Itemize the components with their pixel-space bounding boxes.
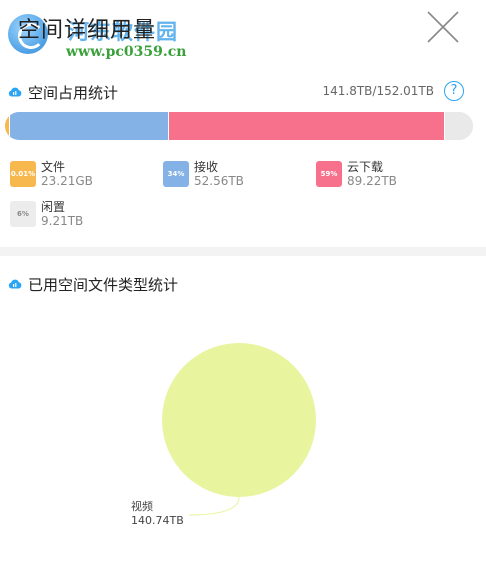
legend-value: 52.56TB [194, 174, 244, 188]
legend-item-files: 0.01% 文件 23.21GB [10, 161, 93, 188]
legend-chip-idle: 6% [10, 201, 36, 227]
legend-value: 23.21GB [41, 174, 93, 188]
usage-bar-segment-cloud-download [168, 112, 445, 140]
legend-chip-received: 34% [163, 161, 189, 187]
window-title: 空间详细用量 [18, 18, 157, 43]
type-section-title: 已用空间文件类型统计 [28, 275, 179, 294]
legend-chip-files: 0.01% [10, 161, 36, 187]
usage-bar-segment-idle [444, 112, 473, 140]
cloud-icon [8, 279, 22, 289]
usage-summary: 141.8TB/152.01TB [322, 84, 434, 98]
usage-bar-segment-received [9, 112, 169, 140]
legend-label: 闲置 [41, 200, 66, 214]
legend-item-received: 34% 接收 52.56TB [163, 161, 244, 188]
file-type-pie-chart [162, 343, 316, 516]
pie-label-value: 140.74TB [131, 514, 184, 527]
pie-leader-line [188, 496, 240, 516]
pie-slice-video[interactable] [162, 343, 316, 497]
legend-value: 89.22TB [347, 174, 397, 188]
pie-label-video: 视频 140.74TB [131, 500, 184, 528]
usage-section-header: 空间占用统计 [8, 82, 118, 102]
help-icon[interactable]: ? [444, 81, 464, 101]
legend-item-cloud-download: 59% 云下载 89.22TB [316, 161, 397, 188]
legend-item-idle: 6% 闲置 9.21TB [10, 201, 83, 228]
watermark-url: www.pc0359.cn [66, 44, 187, 60]
section-divider [0, 247, 486, 256]
legend-label: 云下载 [347, 160, 384, 174]
legend-value: 9.21TB [41, 214, 84, 228]
cloud-icon [8, 87, 22, 97]
legend-label: 接收 [194, 160, 219, 174]
type-section-header: 已用空间文件类型统计 [8, 274, 178, 294]
legend-label: 文件 [41, 160, 66, 174]
usage-bar [5, 112, 473, 140]
legend-chip-cloud-download: 59% [316, 161, 342, 187]
pie-label-name: 视频 [131, 500, 153, 513]
close-icon [427, 11, 459, 43]
close-button[interactable] [424, 8, 462, 46]
usage-section-title: 空间占用统计 [28, 83, 119, 102]
